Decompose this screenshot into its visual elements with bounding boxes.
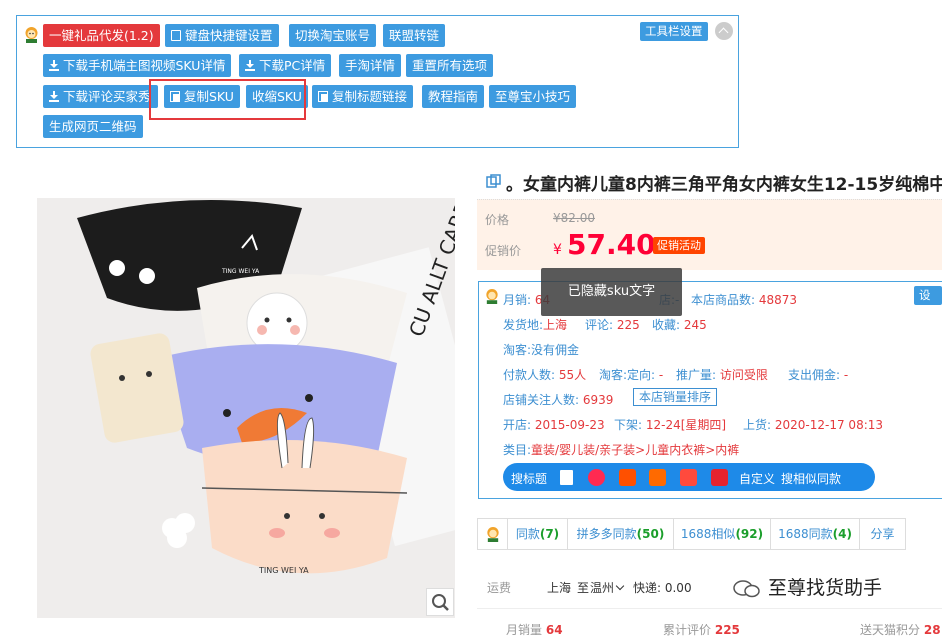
collapse-icon[interactable] [715, 22, 733, 40]
download-pc-label: 下载PC详情 [259, 58, 326, 73]
action-bar: 搜标题 自定义 搜相似同款 [503, 463, 875, 491]
zoom-button[interactable] [426, 588, 454, 616]
ship-to-value: 温州 [590, 581, 615, 595]
download-reviews-label: 下载评论买家秀 [63, 89, 151, 104]
list-date-stat: 上货: 2020-12-17 08:13 [743, 418, 884, 432]
taoke-direction-stat: 淘客:定向: - [599, 368, 664, 382]
mascot-icon [25, 27, 38, 43]
open-date-stat: 开店: 2015-09-23 [503, 418, 605, 432]
similar-tabs: 同款(7) 拼多多同款(50) 1688相似(92) 1688同款(4) 分享 [477, 518, 906, 550]
tips-button[interactable]: 至尊宝小技巧 [489, 85, 577, 108]
price-box [477, 199, 942, 270]
tab-1688-same[interactable]: 1688同款(4) [771, 519, 860, 549]
search-title-button[interactable]: 搜标题 [511, 470, 547, 487]
product-image: CU ALLT CARRA fu//ng ON TING WEI YA TING… [37, 198, 455, 618]
tab-same[interactable]: 同款(7) [508, 519, 568, 549]
promo-price-label: 促销价 [485, 244, 522, 258]
promo-tag[interactable]: 促销活动 [653, 237, 705, 254]
custom-button[interactable]: 自定义 [739, 470, 775, 487]
price-label: 价格 [485, 213, 510, 227]
bottom-reviews: 累计评价 225 [663, 623, 740, 637]
commission-stat: 支出佣金: - [788, 368, 849, 382]
download-pc-button[interactable]: 下载PC详情 [239, 54, 332, 77]
tutorial-button[interactable]: 教程指南 [422, 85, 485, 108]
tab-pdd-same[interactable]: 拼多多同款(50) [568, 519, 674, 549]
watermark: 至尊找货助手 [768, 577, 883, 599]
currency-symbol: ¥ [553, 242, 562, 258]
favorites-stat: 收藏: 245 [652, 318, 707, 332]
product-photo: CU ALLT CARRA fu//ng ON TING WEI YA TING… [37, 198, 455, 618]
delist-date-stat: 下架: 12-24[星期四] [614, 418, 727, 432]
express-fee: 快递: 0.00 [633, 581, 692, 595]
shipping-label: 运费 [487, 581, 512, 595]
panty-print-text: TING WEI YA [258, 566, 309, 575]
toolbar-settings-button[interactable]: 工具栏设置 [640, 22, 708, 41]
download-reviews-button[interactable]: 下载评论买家秀 [43, 85, 158, 108]
pinduoduo-icon[interactable] [588, 469, 605, 486]
product-title: 。女童内裤儿童8内裤三角平角女内裤女生12-15岁纯棉中大童 [506, 175, 942, 195]
magnifier-icon [432, 594, 449, 611]
reviews-stat: 评论: 225 [585, 318, 640, 332]
chevron-down-icon [615, 581, 625, 591]
mascot-cell [478, 519, 508, 549]
ship-to-select[interactable]: 温州 [590, 579, 625, 596]
copy-title-icon[interactable] [486, 174, 502, 188]
download-icon [49, 60, 59, 71]
qr-code-button[interactable]: 生成网页二维码 [43, 115, 143, 138]
toast-message: 已隐藏sku文字 [541, 268, 682, 316]
copy-icon [318, 91, 328, 102]
followers-stat: 店铺关注人数: 6939 [503, 393, 614, 407]
ship-to-label: 至 [577, 581, 590, 595]
highlight-box [149, 79, 306, 120]
switch-account-button[interactable]: 切换淘宝账号 [289, 24, 377, 47]
tab-1688-similar[interactable]: 1688相似(92) [674, 519, 771, 549]
category-stat: 类目:童装/婴儿装/亲子装>儿童内衣裤>内裤 [503, 443, 740, 457]
copy-title-link-button[interactable]: 复制标题链接 [312, 85, 414, 108]
bottom-monthly-sales: 月销量 64 [506, 623, 563, 637]
mascot-icon [486, 526, 499, 542]
download-mobile-label: 下载手机端主图视频SKU详情 [63, 58, 226, 73]
ship-from-stat: 发货地:上海 [503, 318, 568, 332]
original-price: ¥82.00 [553, 211, 595, 225]
keyboard-shortcut-button[interactable]: 键盘快捷键设置 [165, 24, 279, 47]
download-mobile-button[interactable]: 下载手机端主图视频SKU详情 [43, 54, 232, 77]
search-similar-button[interactable]: 搜相似同款 [781, 470, 841, 487]
taobao-icon[interactable] [619, 469, 636, 486]
copy-icon[interactable] [560, 470, 573, 485]
gift-dropship-button[interactable]: 一键礼品代发(1.2) [43, 24, 160, 47]
jinhuo-icon[interactable] [711, 469, 728, 486]
stats-settings-button[interactable]: 设置 [914, 286, 942, 321]
promo-volume-stat: 推广量: 访问受限 [676, 368, 768, 382]
wechat-icon [733, 580, 760, 598]
mobile-detail-button[interactable]: 手淘详情 [339, 54, 402, 77]
bottom-stats: 月销量 64 累计评价 225 送天猫积分 28 [477, 608, 942, 637]
share-button[interactable]: 分享 [860, 519, 905, 549]
keyboard-shortcut-label: 键盘快捷键设置 [185, 28, 273, 43]
alibaba-icon[interactable] [649, 469, 666, 486]
shopee-icon[interactable] [680, 469, 697, 486]
keyboard-icon [171, 30, 181, 41]
alliance-link-button[interactable]: 联盟转链 [383, 24, 446, 47]
buyers-stat: 付款人数: 55人 [503, 368, 587, 382]
download-icon [49, 91, 59, 102]
copy-title-link-label: 复制标题链接 [332, 89, 408, 104]
mascot-icon [486, 288, 498, 304]
promo-price: 57.40 [567, 228, 656, 261]
store-products: 本店商品数: 48873 [691, 293, 798, 307]
svg-text:TING WEI YA: TING WEI YA [221, 268, 260, 275]
download-icon [245, 60, 255, 71]
reset-all-button[interactable]: 重置所有选项 [406, 54, 494, 77]
bottom-points: 送天猫积分 28 [860, 623, 941, 637]
taoke-stat: 淘客:没有佣金 [503, 343, 580, 357]
ship-from: 上海 [547, 581, 572, 595]
store-sales-rank-button[interactable]: 本店销量排序 [633, 388, 718, 406]
